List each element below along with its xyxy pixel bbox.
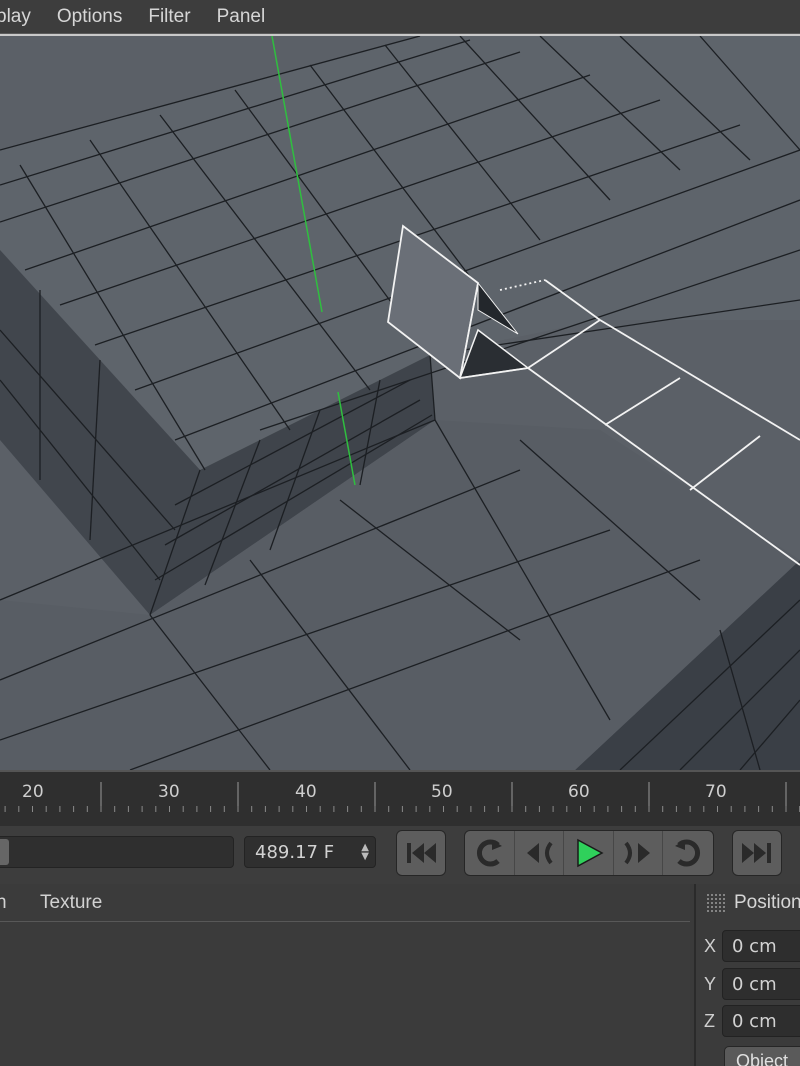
axis-label-x: X [704, 936, 717, 956]
attributes-panel: n Texture [0, 884, 690, 1066]
prev-frame-icon [526, 841, 553, 865]
menu-display[interactable]: play [0, 6, 31, 28]
time-slider[interactable] [0, 836, 234, 868]
object-mode-button[interactable]: Object [724, 1046, 800, 1066]
position-z-field[interactable]: 0 cm [722, 1005, 800, 1037]
tab-texture[interactable]: Texture [40, 892, 102, 914]
prev-key-icon [477, 839, 503, 867]
goto-start-icon [407, 843, 436, 863]
coordinates-panel: Position X 0 cm Y 0 cm Z 0 cm Object [694, 884, 800, 1066]
next-key-button[interactable] [663, 831, 713, 875]
ruler-label-30: 30 [158, 782, 180, 802]
ruler-label-60: 60 [568, 782, 590, 802]
ruler-label-50: 50 [431, 782, 453, 802]
next-frame-icon [624, 841, 651, 865]
ruler-label-40: 40 [295, 782, 317, 802]
coord-row-y: Y 0 cm [696, 968, 800, 1000]
coord-row-x: X 0 cm [696, 930, 800, 962]
goto-start-button[interactable] [397, 831, 445, 875]
position-x-field[interactable]: 0 cm [722, 930, 800, 962]
3d-viewport[interactable] [0, 36, 800, 770]
menu-panel[interactable]: Panel [217, 6, 266, 28]
goto-start-group [396, 830, 446, 876]
coord-row-z: Z 0 cm [696, 1005, 800, 1037]
viewport-scene[interactable] [0, 36, 800, 770]
transport-bar: 489.17 F ▲ ▼ [0, 826, 800, 884]
axis-label-z: Z [704, 1011, 715, 1031]
menu-filter[interactable]: Filter [148, 6, 190, 28]
axis-label-y: Y [704, 974, 717, 994]
tab-partial[interactable]: n [0, 892, 7, 914]
time-slider-knob[interactable] [0, 839, 9, 865]
menu-options[interactable]: Options [57, 6, 122, 28]
play-icon [576, 838, 604, 868]
next-key-icon [675, 839, 701, 867]
frame-field[interactable]: 489.17 F ▲ ▼ [244, 836, 376, 868]
goto-end-button[interactable] [733, 831, 781, 875]
goto-end-group [732, 830, 782, 876]
frame-value: 489.17 F [255, 842, 335, 863]
playback-group [464, 830, 714, 876]
ruler-ticks [4, 782, 800, 812]
coordinates-header: Position [696, 884, 800, 922]
spinner-icon[interactable]: ▲ ▼ [361, 843, 369, 862]
prev-key-button[interactable] [465, 831, 515, 875]
ruler-label-70: 70 [705, 782, 727, 802]
next-frame-button[interactable] [614, 831, 664, 875]
position-title: Position [734, 892, 800, 913]
grip-icon[interactable] [706, 893, 726, 913]
timeline-ruler[interactable]: 20 30 40 50 60 70 [0, 770, 800, 826]
prev-frame-button[interactable] [515, 831, 565, 875]
menu-bar: play Options Filter Panel [0, 0, 800, 34]
goto-end-icon [742, 843, 771, 863]
position-y-field[interactable]: 0 cm [722, 968, 800, 1000]
attributes-tabbar: n Texture [0, 884, 690, 922]
play-button[interactable] [564, 831, 614, 875]
ruler-label-20: 20 [22, 782, 44, 802]
